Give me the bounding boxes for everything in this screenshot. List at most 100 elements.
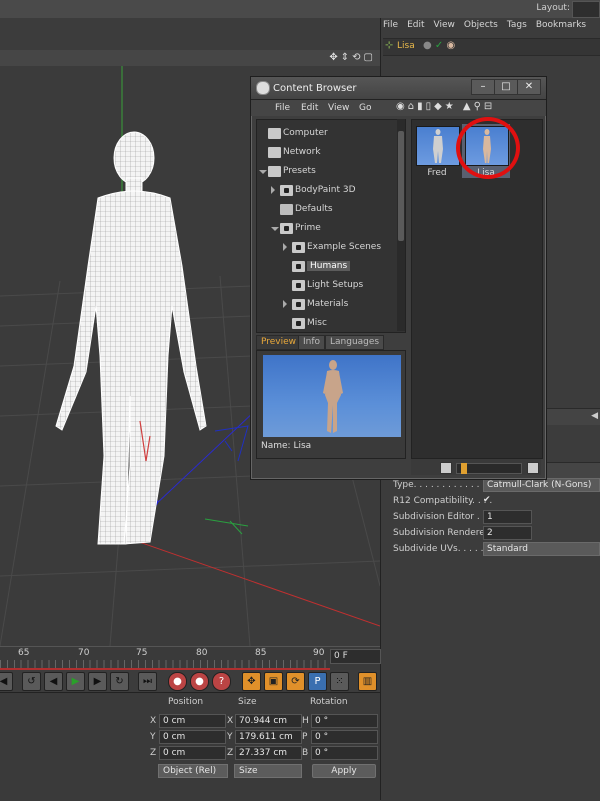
move-key-button[interactable]: ✥ bbox=[242, 672, 261, 691]
slider-handle[interactable] bbox=[461, 463, 467, 474]
toolbar-strip bbox=[0, 18, 380, 50]
viewport-nav-icons[interactable]: ✥⇕⟲▢ bbox=[329, 52, 376, 63]
keyframe-selection-button[interactable]: ? bbox=[212, 672, 231, 691]
rot-b-field[interactable]: 0 ° bbox=[311, 746, 378, 760]
cb-menu-view[interactable]: View bbox=[328, 103, 349, 113]
r12-checkbox[interactable]: ✔ bbox=[483, 495, 494, 506]
attr-label: Type. . . . . . . . . . . . . . bbox=[393, 480, 491, 490]
scale-key-button[interactable]: ▣ bbox=[264, 672, 283, 691]
tree-label: Presets bbox=[283, 166, 316, 176]
film-button[interactable]: ▥ bbox=[358, 672, 377, 691]
type-dropdown[interactable]: Catmull-Clark (N-Gons) bbox=[483, 478, 600, 492]
tab-info[interactable]: Info bbox=[298, 335, 326, 350]
maximize-icon[interactable]: □ bbox=[494, 79, 518, 95]
tree-label: Prime bbox=[295, 223, 321, 233]
library-icon bbox=[280, 223, 293, 234]
tree-scrollbar[interactable] bbox=[397, 119, 405, 331]
expand-arrow-icon[interactable] bbox=[283, 243, 287, 251]
parameter-key-button[interactable]: P bbox=[308, 672, 327, 691]
object-row-lisa[interactable]: ⊹ Lisa ● ✓ ◉ bbox=[383, 38, 600, 56]
autokey-button[interactable]: ● bbox=[190, 672, 209, 691]
rot-p-field[interactable]: 0 ° bbox=[311, 730, 378, 744]
rotate-key-button[interactable]: ⟳ bbox=[286, 672, 305, 691]
transport-controls: ◀ ↺ ◀ ▶ ▶ ↻ ⏭ ● ● ? ✥ ▣ ⟳ P ⁙ ▥ bbox=[0, 670, 380, 692]
tree-label: Misc bbox=[307, 318, 327, 328]
point-level-button[interactable]: ⁙ bbox=[330, 672, 349, 691]
cb-menu-go[interactable]: Go bbox=[359, 103, 371, 113]
apply-button[interactable]: Apply bbox=[312, 764, 376, 778]
scrollbar-thumb[interactable] bbox=[398, 131, 404, 241]
attr-label: R12 Compatibility. . . . bbox=[393, 496, 493, 506]
pos-z-field[interactable]: 0 cm bbox=[159, 746, 226, 760]
om-menu-tags[interactable]: Tags bbox=[507, 20, 527, 30]
attr-row-sub-renderer: Subdivision Renderer 2 bbox=[383, 526, 600, 541]
size-z-label: Z bbox=[227, 748, 234, 758]
layout-dropdown[interactable] bbox=[572, 1, 600, 18]
file-thumb-fred[interactable] bbox=[416, 126, 460, 166]
network-icon bbox=[268, 147, 281, 158]
human-figure-preview bbox=[323, 360, 343, 433]
content-browser-toolbar-icons[interactable]: ◉⌂▮▯◆★ ▲⚲⊟ bbox=[396, 101, 495, 112]
thumbnail-size-slider[interactable] bbox=[456, 463, 522, 474]
coordinate-mode-dropdown[interactable]: Object (Rel) bbox=[158, 764, 228, 778]
next-frame-button[interactable]: ▶ bbox=[88, 672, 107, 691]
tick-label: 90 bbox=[313, 648, 325, 658]
next-key-button[interactable]: ↻ bbox=[110, 672, 129, 691]
om-menu-edit[interactable]: Edit bbox=[407, 20, 424, 30]
om-menu-view[interactable]: View bbox=[434, 20, 455, 30]
om-menu-file[interactable]: File bbox=[383, 20, 398, 30]
small-view-icon[interactable] bbox=[440, 462, 452, 474]
om-menu-objects[interactable]: Objects bbox=[464, 20, 498, 30]
tree-label: Example Scenes bbox=[307, 242, 382, 252]
file-label-fred[interactable]: Fred bbox=[414, 168, 460, 178]
tab-preview[interactable]: Preview bbox=[256, 335, 302, 350]
prev-frame-button[interactable]: ◀ bbox=[44, 672, 63, 691]
object-manager-menu: File Edit View Objects Tags Bookmarks bbox=[383, 20, 600, 36]
prev-key-button[interactable]: ↺ bbox=[22, 672, 41, 691]
subdivision-renderer-field[interactable]: 2 bbox=[483, 526, 532, 540]
cb-menu-edit[interactable]: Edit bbox=[301, 103, 318, 113]
rot-h-field[interactable]: 0 ° bbox=[311, 714, 378, 728]
subdivision-editor-field[interactable]: 1 bbox=[483, 510, 532, 524]
play-button[interactable]: ▶ bbox=[66, 672, 85, 691]
preview-pane: Name: Lisa bbox=[256, 350, 406, 459]
collapse-arrow-icon[interactable]: ◀ bbox=[591, 411, 598, 421]
goto-start-button[interactable]: ◀ bbox=[0, 672, 13, 691]
current-frame-field[interactable]: 0 F bbox=[330, 649, 381, 664]
preview-image bbox=[263, 355, 401, 437]
tree-label: Network bbox=[283, 147, 321, 157]
library-icon bbox=[292, 242, 305, 253]
top-bar: Layout: bbox=[0, 0, 600, 18]
size-y-field[interactable]: 179.611 cm bbox=[235, 730, 302, 744]
record-button[interactable]: ● bbox=[168, 672, 187, 691]
large-view-icon[interactable] bbox=[527, 462, 539, 474]
pos-x-field[interactable]: 0 cm bbox=[159, 714, 226, 728]
minimize-icon[interactable]: – bbox=[471, 79, 495, 95]
size-x-field[interactable]: 70.944 cm bbox=[235, 714, 302, 728]
preview-tabs: Preview Info Languages bbox=[256, 335, 404, 350]
om-menu-bookmarks[interactable]: Bookmarks bbox=[536, 20, 586, 30]
cb-menu-file[interactable]: File bbox=[275, 103, 290, 113]
expand-arrow-icon[interactable] bbox=[271, 186, 275, 194]
tab-languages[interactable]: Languages bbox=[325, 335, 385, 350]
size-mode-dropdown[interactable]: Size bbox=[234, 764, 302, 778]
subdivide-uvs-dropdown[interactable]: Standard bbox=[483, 542, 600, 556]
object-tag-icons[interactable]: ● ✓ ◉ bbox=[423, 40, 455, 51]
library-icon bbox=[280, 185, 293, 196]
coordinates-manager: Position Size Rotation X 0 cm X 70.944 c… bbox=[0, 692, 380, 801]
attr-row-type: Type. . . . . . . . . . . . . . Catmull-… bbox=[383, 478, 600, 493]
timeline-ruler[interactable] bbox=[0, 660, 330, 668]
pos-y-field[interactable]: 0 cm bbox=[159, 730, 226, 744]
expand-arrow-icon[interactable] bbox=[259, 170, 267, 174]
folder-icon bbox=[280, 204, 293, 215]
close-icon[interactable]: ✕ bbox=[517, 79, 541, 95]
tick-label: 80 bbox=[196, 648, 208, 658]
size-z-field[interactable]: 27.337 cm bbox=[235, 746, 302, 760]
goto-end-button[interactable]: ⏭ bbox=[138, 672, 157, 691]
content-browser-titlebar[interactable]: Content Browser – □ ✕ bbox=[251, 77, 546, 100]
library-icon bbox=[292, 261, 305, 272]
tree-label: Humans bbox=[307, 261, 351, 271]
expand-arrow-icon[interactable] bbox=[283, 300, 287, 308]
expand-arrow-icon[interactable] bbox=[271, 227, 279, 231]
object-name[interactable]: Lisa bbox=[397, 41, 415, 51]
